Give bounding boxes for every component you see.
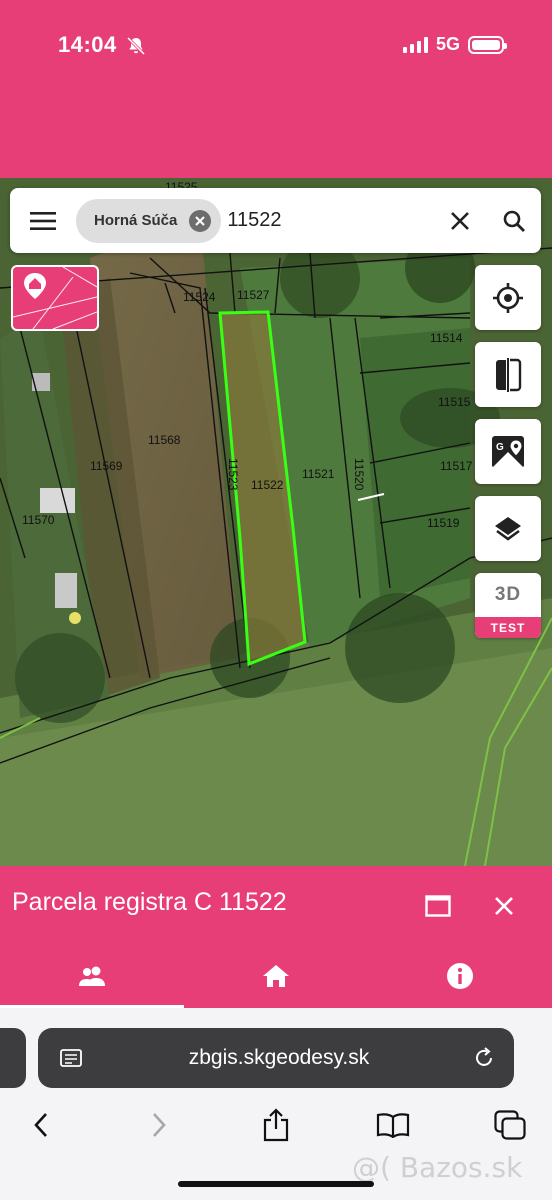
share-button[interactable]	[251, 1100, 301, 1150]
home-icon	[263, 965, 289, 987]
watermark: @( Bazos.sk	[352, 1151, 523, 1184]
layers-button[interactable]	[475, 496, 541, 561]
bookmarks-icon	[376, 1113, 410, 1138]
svg-text:G: G	[496, 442, 504, 453]
home-indicator	[178, 1181, 374, 1187]
reload-button[interactable]	[454, 1047, 514, 1069]
status-indicators: 5G	[402, 34, 507, 55]
address-bar[interactable]: zbgis.skgeodesy.sk	[38, 1028, 514, 1088]
bell-slash-icon	[126, 36, 146, 56]
map-pin-icon	[24, 273, 46, 299]
browser-toolbar: zbgis.skgeodesy.sk @(Bazos.sk	[0, 1008, 552, 1200]
back-icon	[34, 1113, 47, 1137]
basemap-thumbnail[interactable]	[11, 265, 99, 331]
3d-test-button[interactable]: 3D TEST	[475, 573, 541, 638]
parcel-label: 11520	[352, 458, 366, 491]
menu-icon	[30, 211, 56, 230]
status-header: 14:04 5G	[0, 0, 552, 178]
compare-button[interactable]	[475, 342, 541, 407]
panel-tabs	[0, 944, 552, 1008]
reader-mode-button[interactable]	[38, 1049, 104, 1067]
reload-icon	[476, 1047, 492, 1066]
basemap-preview	[13, 267, 97, 329]
parcel-label: 11527	[237, 288, 270, 302]
info-icon	[447, 963, 473, 989]
network-label: 5G	[435, 34, 460, 54]
browser-nav	[0, 1100, 552, 1150]
status-time: 14:04	[58, 32, 117, 57]
forward-button[interactable]	[134, 1100, 184, 1150]
parcel-label: 11519	[427, 516, 460, 530]
parcel-panel: Parcela registra C 11522	[0, 866, 552, 1008]
tab-owners[interactable]	[0, 944, 184, 1008]
search-bar: Horná Súča 11522	[10, 188, 541, 253]
location-icon	[493, 282, 523, 313]
parcel-label: 11570	[22, 513, 55, 527]
search-button[interactable]	[487, 188, 541, 253]
my-location-button[interactable]	[475, 265, 541, 330]
parcel-label: 11524	[183, 290, 216, 304]
3d-label: 3D	[494, 584, 522, 605]
menu-button[interactable]	[10, 188, 76, 253]
google-maps-icon: G	[492, 435, 524, 468]
layers-icon	[495, 516, 521, 541]
parcel-label: 11514	[430, 331, 463, 345]
reader-icon	[60, 1049, 82, 1067]
back-button[interactable]	[16, 1100, 66, 1150]
parcel-label: 11569	[90, 459, 123, 473]
location-chip-label: Horná Súča	[94, 212, 178, 229]
close-panel-button[interactable]	[484, 886, 524, 926]
signal-icon	[402, 36, 428, 53]
parcel-label: 11568	[148, 433, 181, 447]
clear-search-button[interactable]	[433, 188, 487, 253]
share-icon	[263, 1108, 289, 1142]
forward-icon	[153, 1113, 166, 1137]
close-icon	[495, 897, 513, 915]
search-icon	[503, 210, 525, 232]
tab-info[interactable]	[368, 944, 552, 1008]
parcel-label: 11521	[302, 467, 335, 481]
tabs-icon	[494, 1110, 526, 1140]
parcel-label: 11515	[438, 395, 471, 409]
window-icon	[425, 895, 451, 917]
parcel-label: 11522	[251, 478, 284, 492]
clear-chip-icon[interactable]	[189, 209, 212, 232]
test-badge: TEST	[475, 617, 541, 638]
maximize-panel-button[interactable]	[418, 886, 458, 926]
parcel-label: 11517	[440, 459, 473, 473]
google-maps-button[interactable]: G	[475, 419, 541, 484]
people-icon	[79, 966, 105, 986]
bookmarks-button[interactable]	[368, 1100, 418, 1150]
parcel-label: 11523	[226, 458, 240, 491]
tabs-button[interactable]	[485, 1100, 535, 1150]
url-text[interactable]: zbgis.skgeodesy.sk	[104, 1046, 454, 1070]
panel-title: Parcela registra C 11522	[12, 888, 287, 916]
battery-icon	[468, 35, 507, 54]
location-chip[interactable]: Horná Súča	[76, 198, 222, 243]
tab-buildings[interactable]	[184, 944, 368, 1008]
previous-tab-peek[interactable]	[0, 1028, 26, 1088]
search-input[interactable]: 11522	[221, 209, 433, 232]
close-icon	[451, 211, 469, 230]
compare-icon	[496, 357, 522, 392]
